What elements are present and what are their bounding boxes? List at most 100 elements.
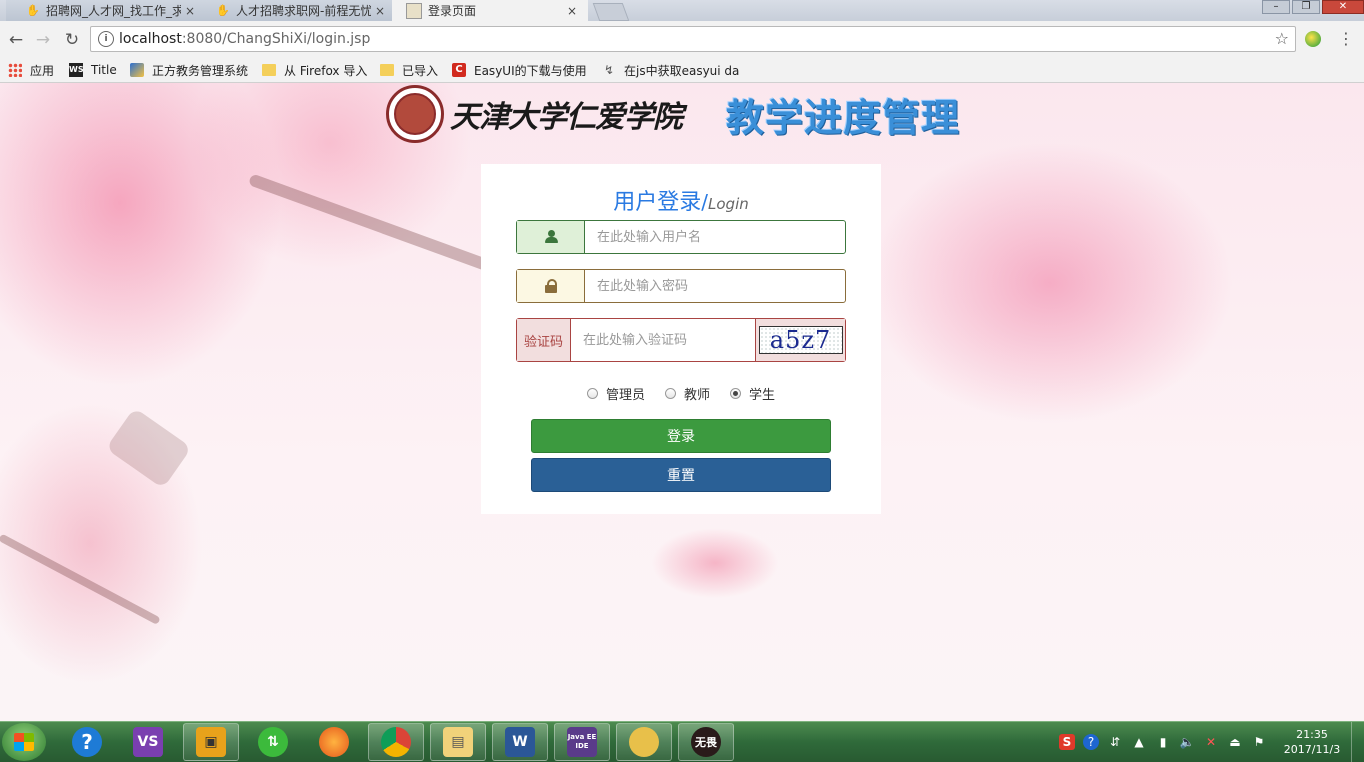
role-label: 管理员 — [605, 388, 645, 403]
volume-icon[interactable]: 🔈 — [1179, 734, 1195, 750]
taskbar-document-viewer[interactable]: ▣ — [183, 723, 239, 761]
taskbar-help[interactable]: ? — [59, 723, 115, 761]
taskbar-java-ee-ide[interactable]: Java EE IDE — [554, 723, 610, 761]
login-button[interactable]: 登录 — [531, 419, 831, 453]
taskbar-visual-studio[interactable]: VS — [120, 723, 176, 761]
username-addon — [517, 221, 585, 253]
browser-tab-active[interactable]: 登录页面 × — [392, 0, 588, 21]
new-tab-button[interactable] — [592, 3, 630, 21]
chrome-icon — [381, 727, 411, 757]
clock[interactable]: 21:35 2017/11/3 — [1277, 727, 1347, 757]
reload-icon[interactable]: ↻ — [61, 29, 83, 51]
bookmark-easyui[interactable]: C EasyUI的下载与使用 — [452, 61, 587, 79]
menu-dots-icon[interactable]: ⋮ — [1338, 29, 1354, 49]
taskbar-sync[interactable]: ⇅ — [245, 723, 301, 761]
apps-grid-icon — [8, 63, 22, 77]
document-viewer-icon: ▣ — [196, 727, 226, 757]
usb-icon[interactable]: ⏏ — [1227, 734, 1243, 750]
back-arrow-icon[interactable]: ← — [5, 29, 27, 51]
reset-button[interactable]: 重置 — [531, 458, 831, 492]
decorative-branch — [247, 173, 497, 274]
forward-arrow-icon[interactable]: → — [32, 29, 54, 51]
taskbar-media[interactable] — [616, 723, 672, 761]
wuwei-icon: 无畏 — [691, 727, 721, 757]
role-student[interactable]: 学生 — [730, 384, 775, 403]
login-page: 天津大学仁爱学院 教学进度管理 用户登录/Login 验证码 a5z7 — [0, 83, 1364, 721]
bookmark-label: Title — [91, 63, 117, 77]
minimize-button[interactable]: – — [1262, 0, 1290, 14]
restore-button[interactable]: ❐ — [1292, 0, 1320, 14]
browser-tab-2[interactable]: ✋ 人才招聘求职网-前程无忧 × — [196, 0, 392, 21]
password-field — [516, 269, 846, 303]
browser-tab-1[interactable]: ✋ 招聘网_人才网_找工作_求 × — [6, 0, 202, 21]
tab-close-icon[interactable]: × — [185, 4, 195, 18]
captcha-field: 验证码 a5z7 — [516, 318, 846, 362]
captcha-input[interactable] — [571, 319, 756, 361]
bookmark-imported[interactable]: 已导入 — [380, 61, 438, 79]
start-button[interactable] — [2, 723, 46, 761]
battery-icon[interactable]: ▮ — [1155, 734, 1171, 750]
radio-button-checked[interactable] — [730, 388, 741, 399]
bookmark-star-icon[interactable]: ☆ — [1275, 27, 1289, 51]
bookmark-firefox-import[interactable]: 从 Firefox 导入 — [262, 61, 367, 79]
bookmarks-bar: 应用 WS Title 正方教务管理系统 从 Firefox 导入 已导入 C Ea… — [0, 58, 1364, 83]
taskbar-chrome[interactable] — [368, 723, 424, 761]
bookmark-apps[interactable]: 应用 — [8, 61, 54, 79]
bookmark-label: 正方教务管理系统 — [152, 63, 249, 78]
login-title-cn: 用户登录 — [613, 190, 702, 215]
bookmark-zf[interactable]: 正方教务管理系统 — [130, 61, 248, 79]
taskbar-file-explorer[interactable]: ▤ — [430, 723, 486, 761]
show-desktop-button[interactable] — [1351, 722, 1364, 762]
tray-overflow-icon[interactable]: ⇵ — [1107, 734, 1123, 750]
clock-time: 21:35 — [1296, 728, 1328, 741]
taskbar-word[interactable]: W — [492, 723, 548, 761]
tab-close-icon[interactable]: × — [375, 4, 385, 18]
address-bar[interactable]: i localhost:8080/ChangShiXi/login.jsp ☆ — [90, 26, 1296, 52]
university-logo: 天津大学仁爱学院 — [386, 85, 683, 143]
username-input[interactable] — [585, 221, 845, 253]
url-text[interactable]: localhost:8080/ChangShiXi/login.jsp — [119, 27, 370, 51]
bookmark-js-easyui[interactable]: ↯ 在js中获取easyui da — [602, 61, 739, 79]
bookmark-label: EasyUI的下载与使用 — [474, 63, 587, 78]
captcha-label: 验证码 — [517, 319, 572, 361]
role-teacher[interactable]: 教师 — [664, 384, 710, 403]
radio-button[interactable] — [586, 388, 598, 399]
media-icon — [629, 727, 659, 757]
action-center-icon[interactable]: ⚑ — [1251, 734, 1267, 750]
taskbar-wuwei[interactable]: 无畏 — [678, 723, 734, 761]
captcha-image[interactable]: a5z7 — [758, 326, 843, 354]
role-label: 学生 — [749, 388, 776, 403]
folder-icon — [262, 64, 276, 76]
role-label: 教师 — [683, 388, 710, 403]
radio-button[interactable] — [664, 388, 676, 399]
page-favicon-icon — [406, 2, 422, 19]
system-tray: S ? ⇵ ▲ ▮ 🔈 ✕ ⏏ ⚑ 21:35 2017/11/3 — [1055, 722, 1364, 762]
tab-close-icon[interactable]: × — [567, 4, 577, 18]
tab-title: 人才招聘求职网-前程无忧 — [236, 4, 371, 18]
clock-date: 2017/11/3 — [1283, 743, 1341, 756]
tray-help-icon[interactable]: ? — [1083, 734, 1099, 750]
university-name: 天津大学仁爱学院 — [450, 100, 683, 135]
role-radio-group: 管理员 教师 学生 — [481, 384, 881, 403]
file-explorer-icon: ▤ — [443, 727, 473, 757]
sync-icon: ⇅ — [258, 727, 288, 757]
close-window-button[interactable]: ✕ — [1322, 0, 1364, 14]
role-admin[interactable]: 管理员 — [586, 384, 645, 403]
show-hidden-icons[interactable]: ▲ — [1131, 734, 1147, 750]
url-path: :8080/ChangShiXi/login.jsp — [181, 31, 371, 47]
easyui-icon: C — [452, 63, 466, 77]
login-title-slash: / — [701, 190, 709, 214]
taskbar-firefox[interactable] — [306, 723, 362, 761]
password-input[interactable] — [585, 270, 845, 302]
sogou-input-icon[interactable]: S — [1059, 734, 1075, 750]
bookmark-title[interactable]: WS Title — [69, 61, 117, 79]
network-error-icon[interactable]: ✕ — [1203, 734, 1219, 750]
captcha-image-container: a5z7 — [755, 319, 845, 361]
extension-icon[interactable] — [1305, 31, 1321, 47]
user-icon — [544, 230, 558, 244]
hand-icon: ✋ — [26, 4, 40, 17]
info-icon[interactable]: i — [98, 31, 114, 47]
tab-strip: ✋ 招聘网_人才网_找工作_求 × ✋ 人才招聘求职网-前程无忧 × 登录页面 … — [0, 0, 1364, 21]
firefox-icon — [319, 727, 349, 757]
hand-icon: ✋ — [216, 4, 230, 17]
